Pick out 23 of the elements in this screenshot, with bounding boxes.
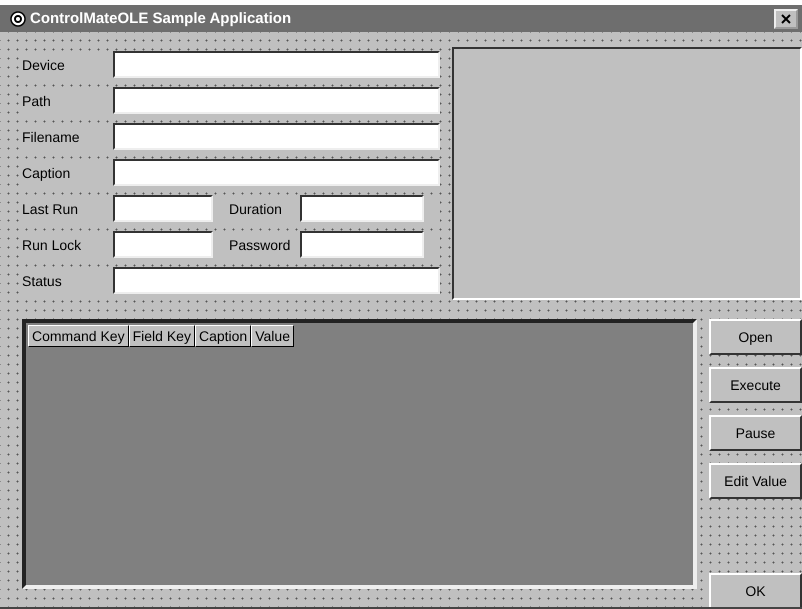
text-field[interactable] — [113, 267, 440, 294]
ok-button[interactable]: OK — [709, 573, 802, 607]
close-button[interactable] — [774, 8, 798, 28]
field-label: Duration — [228, 200, 283, 216]
action-button[interactable]: Pause — [709, 415, 802, 451]
text-field[interactable] — [113, 123, 440, 150]
action-button[interactable]: Open — [709, 319, 802, 355]
action-button[interactable]: Execute — [709, 367, 802, 403]
field-label: Password — [228, 236, 292, 252]
text-field[interactable] — [113, 195, 213, 222]
column-header[interactable]: Field Key — [128, 325, 195, 347]
column-header[interactable]: Command Key — [28, 325, 129, 347]
text-field[interactable] — [113, 231, 213, 258]
text-field[interactable] — [300, 195, 424, 222]
column-header[interactable]: Caption — [194, 325, 252, 347]
action-button[interactable]: Edit Value — [709, 463, 802, 499]
text-field[interactable] — [113, 87, 440, 114]
close-icon — [781, 14, 791, 24]
text-field[interactable] — [300, 231, 424, 258]
text-field[interactable] — [113, 159, 440, 186]
text-field[interactable] — [113, 51, 440, 78]
window-title: ControlMateOLE Sample Application — [30, 10, 292, 27]
column-header[interactable]: Value — [251, 325, 294, 347]
